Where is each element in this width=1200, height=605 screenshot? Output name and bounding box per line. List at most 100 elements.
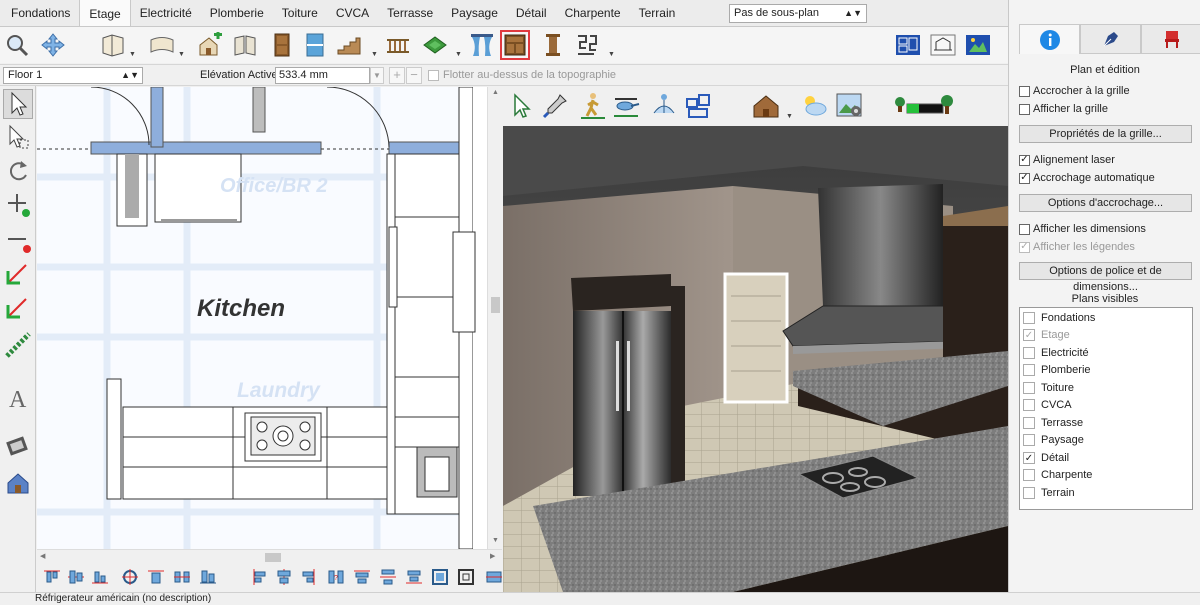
curtain-icon[interactable] [467,30,497,60]
align-bottom-edge-icon[interactable] [199,568,217,586]
align-middle-icon[interactable] [67,568,85,586]
pen-tab[interactable] [1080,24,1141,54]
terrain-icon[interactable] [420,30,450,60]
plan-item-charpente[interactable]: Charpente [1023,469,1092,481]
align-edge-icon[interactable] [147,568,165,586]
align-bottom-icon[interactable] [91,568,109,586]
scroll-left-icon[interactable]: ◀ [40,552,45,560]
distribute-icon[interactable] [173,568,191,586]
wall-icon[interactable] [98,30,128,60]
image-settings-icon[interactable] [834,91,864,121]
furniture-tab[interactable] [1141,24,1200,54]
tab-detail[interactable]: Détail [507,1,556,26]
weather-icon[interactable] [799,91,829,121]
plan-item-electricite[interactable]: Electricité [1023,347,1089,359]
align-top-icon[interactable] [43,568,61,586]
scroll-down-icon[interactable]: ▼ [492,537,499,544]
float-checkbox[interactable]: Flotter au-dessus de la topographie [428,69,616,81]
select-group-icon[interactable] [3,122,33,152]
floor-icon[interactable] [230,30,260,60]
railing-tool-icon[interactable] [3,330,33,360]
subplan-select[interactable]: Pas de sous-plan ▲▼ [729,4,867,23]
select-arrow-icon[interactable] [3,89,33,119]
tab-terrasse[interactable]: Terrasse [378,1,442,26]
plan-item-plomberie[interactable]: Plomberie [1023,364,1091,376]
plan-item-cvca[interactable]: CVCA [1023,399,1072,411]
plan-item-paysage[interactable]: Paysage [1023,434,1084,446]
3d-camera-view[interactable] [503,126,1008,592]
grid-properties-button[interactable]: Propriétés de la grille... [1019,125,1192,143]
scroll-right-icon[interactable]: ▶ [490,552,495,560]
text-icon[interactable]: A [3,382,33,412]
plan-item-terrasse[interactable]: Terrasse [1023,417,1083,429]
tab-cvca[interactable]: CVCA [327,1,378,26]
align-left-icon[interactable] [251,568,269,586]
plan-item-terrain[interactable]: Terrain [1023,487,1075,499]
tab-paysage[interactable]: Paysage [442,1,507,26]
stretch-icon[interactable] [485,568,503,586]
cabinet-icon[interactable] [500,30,530,60]
align-right-icon[interactable] [299,568,317,586]
tab-fondations[interactable]: Fondations [2,1,79,26]
snap-grid-checkbox[interactable]: Accrocher à la grille [1019,85,1130,97]
stack-middle-icon[interactable] [379,568,397,586]
show-grid-checkbox[interactable]: Afficher la grille [1019,103,1108,115]
tab-terrain[interactable]: Terrain [630,1,685,26]
elevation-dropdown[interactable]: ▼ [370,67,384,84]
decrease-button[interactable]: − [406,67,422,84]
plan-item-detail[interactable]: ✓ Détail [1023,452,1069,464]
orbit-icon[interactable] [649,91,679,121]
plan-item-toiture[interactable]: Toiture [1023,382,1074,394]
tab-plomberie[interactable]: Plomberie [201,1,273,26]
floor-select[interactable]: Floor 1 ▲▼ [3,67,143,84]
frame-fill-icon[interactable] [457,568,475,586]
zoom-icon[interactable] [2,30,32,60]
break-line-icon[interactable] [3,258,33,288]
scroll-thumb[interactable] [265,553,281,562]
tab-toiture[interactable]: Toiture [273,1,327,26]
select-3d-icon[interactable] [506,91,536,121]
show-dimensions-checkbox[interactable]: Afficher les dimensions [1019,223,1146,235]
house-view-icon[interactable] [751,91,781,121]
pattern-icon[interactable] [572,30,602,60]
tab-charpente[interactable]: Charpente [556,1,630,26]
scroll-up-icon[interactable]: ▲ [492,89,499,96]
window-icon[interactable] [300,30,330,60]
info-tab[interactable] [1019,24,1080,54]
door-icon[interactable] [267,30,297,60]
plan-vertical-scrollbar[interactable]: ▲ ▼ [487,87,502,549]
column-icon[interactable] [538,30,568,60]
pan-icon[interactable] [38,30,68,60]
join-icon[interactable] [3,292,33,322]
stairs-icon[interactable] [334,30,364,60]
plan-horizontal-scrollbar[interactable]: ◀ ▶ [37,549,502,563]
elevation-input[interactable]: 533.4 mm [275,67,370,84]
camera-icon[interactable] [3,430,33,460]
trees-slider-icon[interactable] [893,91,953,121]
plan-item-fondations[interactable]: Fondations [1023,312,1095,324]
snap-options-button[interactable]: Options d'accrochage... [1019,194,1192,212]
walk-through-icon[interactable] [578,91,608,121]
increase-button[interactable]: + [389,67,405,84]
stack-bottom-icon[interactable] [405,568,423,586]
remove-point-icon[interactable] [3,224,33,254]
rotate-icon[interactable] [3,156,33,186]
helicopter-icon[interactable] [611,91,641,121]
auto-snap-checkbox[interactable]: ✓ Accrochage automatique [1019,172,1155,184]
flip-icon[interactable]: ? [327,568,345,586]
scroll-thumb[interactable] [491,297,500,313]
roof-icon[interactable] [147,30,177,60]
3d-view-icon[interactable] [963,30,993,60]
eyedropper-icon[interactable] [540,91,570,121]
elevation-view-icon[interactable] [928,30,958,60]
frame-icon[interactable] [431,568,449,586]
floor-plan-cam-icon[interactable] [683,91,713,121]
railing-icon[interactable] [383,30,413,60]
add-room-icon[interactable] [195,30,225,60]
align-center-v-icon[interactable] [275,568,293,586]
laser-align-checkbox[interactable]: ✓ Alignement laser [1019,154,1115,166]
stack-top-icon[interactable] [353,568,371,586]
floor-plan-view[interactable]: Office/BR 2 Kitchen Laundry [37,87,487,549]
center-icon[interactable] [121,568,139,586]
floorplan-view-icon[interactable] [893,30,923,60]
